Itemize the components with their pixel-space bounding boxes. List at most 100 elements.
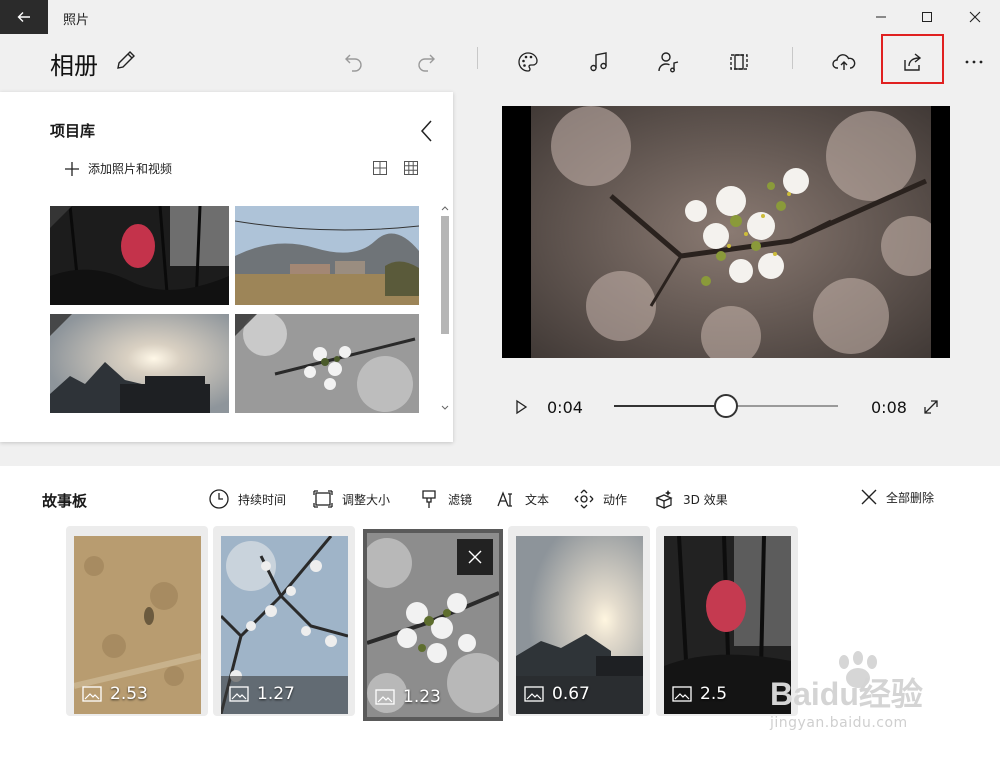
corner-marker — [50, 206, 72, 228]
motion-label: 动作 — [603, 492, 628, 507]
arrow-left-icon — [17, 12, 30, 22]
back-button[interactable] — [0, 0, 48, 34]
music-button[interactable] — [581, 44, 617, 80]
text-label: 文本 — [525, 492, 550, 507]
minimize-button[interactable] — [858, 0, 904, 34]
filter-icon — [422, 490, 436, 508]
filter-label: 滤镜 — [448, 492, 473, 507]
redo-button[interactable] — [408, 44, 444, 80]
blossom-image — [235, 314, 419, 413]
close-icon — [468, 550, 482, 564]
storyboard-card[interactable]: 0.67 — [516, 536, 643, 714]
preview-frame-image — [531, 106, 931, 358]
toolbar-divider — [792, 47, 793, 69]
highlight-box — [881, 34, 944, 84]
add-media-button[interactable]: 添加照片和视频 — [64, 160, 172, 177]
seek-slider-fill — [614, 405, 726, 407]
text-button[interactable]: 文本 — [495, 488, 549, 510]
3d-effects-button[interactable]: 3D 效果 — [653, 488, 728, 510]
edit-title-button[interactable] — [114, 48, 138, 72]
upload-cloud-button[interactable] — [826, 44, 862, 80]
library-item-village[interactable] — [235, 206, 419, 305]
album-title: 相册 — [50, 52, 98, 80]
library-item-sunset[interactable] — [50, 314, 229, 413]
small-grid-view-button[interactable] — [403, 160, 421, 178]
title-bar: 照片 — [0, 0, 1000, 34]
video-preview[interactable] — [502, 106, 950, 358]
filter-button[interactable]: 滤镜 — [418, 488, 472, 510]
sunset-mountain-image — [50, 314, 229, 413]
motion-button[interactable]: 动作 — [573, 488, 627, 510]
app-title: 照片 — [63, 13, 90, 28]
image-icon — [672, 686, 692, 702]
resize-icon — [313, 490, 333, 508]
library-title: 项目库 — [50, 122, 96, 140]
close-icon — [861, 489, 877, 505]
duration-value: 2.5 — [700, 684, 728, 704]
total-time: 0:08 — [871, 398, 907, 417]
close-button[interactable] — [952, 0, 998, 34]
scroll-up-icon — [441, 206, 449, 211]
duration-badge: 0.67 — [524, 684, 590, 704]
music-note-icon — [590, 52, 607, 72]
seek-slider[interactable] — [614, 394, 838, 418]
storyboard-card-selected[interactable]: 1.23 — [363, 529, 503, 721]
more-icon — [965, 60, 983, 64]
motion-icon — [574, 489, 594, 509]
library-item-lantern[interactable] — [50, 206, 229, 305]
duration-value: 1.27 — [257, 684, 295, 704]
library-item-blossom[interactable] — [235, 314, 419, 413]
expand-icon — [924, 400, 938, 414]
library-scrollbar[interactable] — [438, 204, 452, 414]
lantern-night-image — [50, 206, 229, 305]
storyboard-title: 故事板 — [42, 492, 88, 510]
collapse-library-button[interactable] — [414, 118, 440, 144]
aspect-ratio-button[interactable] — [721, 44, 757, 80]
fullscreen-button[interactable] — [921, 397, 941, 417]
storyboard-card[interactable]: 2.53 — [74, 536, 201, 714]
delete-all-button[interactable]: 全部删除 — [860, 488, 934, 506]
grid-large-icon — [373, 161, 387, 175]
plus-icon — [65, 161, 79, 176]
seek-slider-thumb[interactable] — [714, 394, 738, 418]
remove-card-button[interactable] — [457, 539, 493, 575]
text-icon — [497, 491, 512, 507]
watermark-brand: Baidu经验 — [770, 676, 923, 710]
maximize-button[interactable] — [904, 0, 950, 34]
duration-value: 0.67 — [552, 684, 590, 704]
toolbar-divider — [477, 47, 478, 69]
duration-value: 2.53 — [110, 684, 148, 704]
large-grid-view-button[interactable] — [372, 160, 390, 178]
duration-badge: 1.23 — [375, 687, 441, 707]
chevron-left-icon — [420, 120, 432, 142]
duration-badge: 2.5 — [672, 684, 727, 704]
resize-label: 调整大小 — [342, 492, 391, 507]
undo-button[interactable] — [336, 44, 372, 80]
duration-button[interactable]: 持续时间 — [208, 488, 286, 510]
person-music-icon — [658, 52, 679, 73]
current-time: 0:04 — [547, 398, 583, 417]
baidu-paw-icon: Baidu经验 — [770, 651, 923, 712]
duration-label: 持续时间 — [238, 492, 287, 507]
watermark-site: jingyan.baidu.com — [770, 715, 908, 731]
theme-button[interactable] — [510, 44, 546, 80]
duration-badge: 2.53 — [82, 684, 148, 704]
corner-marker — [50, 314, 72, 336]
undo-icon — [345, 54, 362, 72]
image-icon — [524, 686, 544, 702]
scrollbar-thumb[interactable] — [441, 216, 449, 334]
image-icon — [229, 686, 249, 702]
play-button[interactable] — [511, 397, 531, 417]
redo-icon — [418, 54, 435, 72]
village-landscape-image — [235, 206, 419, 305]
image-icon — [82, 686, 102, 702]
minimize-icon — [876, 16, 886, 18]
custom-audio-button[interactable] — [651, 44, 687, 80]
more-options-button[interactable] — [956, 44, 992, 80]
pencil-icon — [117, 51, 135, 69]
3d-effects-icon — [655, 490, 673, 509]
maximize-icon — [922, 12, 932, 22]
add-media-label: 添加照片和视频 — [88, 162, 173, 176]
resize-button[interactable]: 调整大小 — [312, 488, 390, 510]
storyboard-card[interactable]: 1.27 — [221, 536, 348, 714]
